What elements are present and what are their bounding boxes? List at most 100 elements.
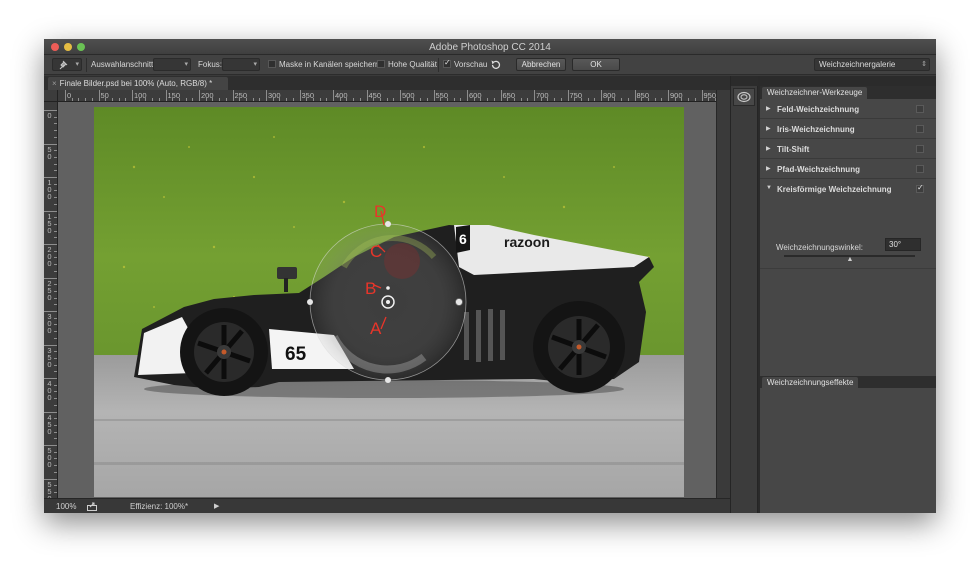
blur-item-tilt-shift[interactable]: ▶ Tilt-Shift xyxy=(760,139,936,159)
ruler-minor-tick xyxy=(54,458,57,460)
ruler-minor-tick xyxy=(54,297,57,299)
hohe-qualitaet-label: Hohe Qualität xyxy=(388,60,437,69)
photo-canvas[interactable]: 65 6 razoon D C B A xyxy=(94,107,684,497)
blur-item-label: Tilt-Shift xyxy=(777,145,810,154)
vertical-scrollbar[interactable] xyxy=(716,90,730,498)
blur-angle-slider-thumb[interactable]: ▲ xyxy=(847,256,854,263)
blur-handle-top[interactable] xyxy=(385,221,391,227)
ruler-minor-tick xyxy=(54,290,57,292)
fokus-dropdown[interactable]: ▾ xyxy=(222,58,260,71)
ruler-origin[interactable] xyxy=(44,90,58,102)
divider xyxy=(86,58,87,72)
hohe-qualitaet-checkbox[interactable] xyxy=(377,60,385,68)
workspace-dropdown[interactable]: Weichzeichnergalerie ⇕ xyxy=(814,58,930,71)
ruler-major-tick xyxy=(500,90,502,101)
ruler-minor-tick xyxy=(286,98,288,101)
icon-strip-header xyxy=(731,76,759,86)
status-bar: 100% Effizienz: 100%* ▶ xyxy=(44,498,730,513)
ruler-label: 500 xyxy=(47,446,52,469)
ruler-minor-tick xyxy=(339,98,341,101)
ruler-minor-tick xyxy=(118,98,120,101)
ruler-minor-tick xyxy=(353,98,355,101)
vertical-ruler[interactable]: 0 50 100 150 200 250 300 350 400 450 500 550 xyxy=(44,102,58,498)
ruler-minor-tick xyxy=(292,98,294,101)
blur-item-checkbox[interactable] xyxy=(916,125,924,133)
ruler-minor-tick xyxy=(54,250,57,252)
maske-checkbox[interactable] xyxy=(268,60,276,68)
status-menu-arrow-icon[interactable]: ▶ xyxy=(214,502,219,510)
tab-weichzeichner-werkzeuge[interactable]: Weichzeichner-Werkzeuge xyxy=(762,87,868,99)
tool-preset-picker[interactable]: ▾ xyxy=(52,58,82,71)
ruler-label: 200 xyxy=(47,245,52,268)
ruler-minor-tick xyxy=(681,98,683,101)
blur-gallery-panel: Weichzeichner-Werkzeuge ▶ Feld-Weichzeic… xyxy=(760,76,936,513)
ruler-minor-tick xyxy=(71,98,73,101)
ruler-minor-tick xyxy=(54,471,57,473)
blur-handle-bottom[interactable] xyxy=(385,377,391,383)
ruler-minor-tick xyxy=(212,98,214,101)
ruler-major-tick xyxy=(98,90,100,101)
ruler-minor-tick xyxy=(54,371,57,373)
blur-angle-label: Weichzeichnungswinkel: xyxy=(776,243,864,252)
ruler-minor-tick xyxy=(319,98,321,101)
close-tab-icon[interactable]: × xyxy=(52,79,57,88)
ruler-minor-tick xyxy=(54,190,57,192)
ruler-label: 450 xyxy=(47,412,52,436)
share-icon[interactable] xyxy=(87,502,97,511)
zoom-level[interactable]: 100% xyxy=(56,502,76,511)
expand-arrow-icon[interactable]: ▶ xyxy=(766,105,771,112)
ruler-minor-tick xyxy=(279,98,281,101)
blur-item-checkbox[interactable] xyxy=(916,105,924,113)
ruler-minor-tick xyxy=(527,98,529,101)
document-tab[interactable]: × Finale Bilder.psd bei 100% (Auto, RGB/8… xyxy=(48,77,228,90)
blur-item-kreisfoermig[interactable]: ▼ Kreisförmige Weichzeichnung xyxy=(760,179,936,199)
collapse-arrow-icon[interactable]: ▼ xyxy=(766,185,772,191)
ruler-minor-tick xyxy=(54,130,57,132)
ruler-minor-tick xyxy=(346,98,348,101)
expand-arrow-icon[interactable]: ▶ xyxy=(766,145,771,152)
ruler-minor-tick xyxy=(54,197,57,199)
ruler-minor-tick xyxy=(393,98,395,101)
ruler-major-tick xyxy=(333,90,334,101)
blur-item-feld[interactable]: ▶ Feld-Weichzeichnung xyxy=(760,99,936,119)
libraries-panel-button[interactable] xyxy=(733,88,755,106)
car-number: 65 xyxy=(285,344,307,365)
ruler-label: 550 xyxy=(47,479,52,498)
blur-handle-left[interactable] xyxy=(307,299,313,305)
ruler-minor-tick xyxy=(178,98,180,101)
ruler-minor-tick xyxy=(554,98,556,101)
expand-arrow-icon[interactable]: ▶ xyxy=(766,125,771,132)
vorschau-label: Vorschau xyxy=(454,60,488,69)
blur-item-checkbox[interactable] xyxy=(916,165,924,173)
canvas-area[interactable]: 65 6 razoon D C B A xyxy=(58,102,716,498)
ruler-label: 250 xyxy=(47,278,52,302)
ruler-minor-tick xyxy=(185,98,187,101)
horizontal-ruler[interactable]: 0 50 100 150 200 250 300 350 400 450 500 550 600 650 7… xyxy=(58,90,716,102)
vorschau-checkbox[interactable] xyxy=(443,58,451,68)
blur-item-label: Pfad-Weichzeichnung xyxy=(777,165,860,174)
ruler-minor-tick xyxy=(54,438,57,440)
blur-item-checkbox[interactable] xyxy=(916,145,924,153)
blur-handle-right[interactable] xyxy=(455,298,463,306)
ok-button[interactable]: OK xyxy=(572,58,620,71)
ruler-minor-tick xyxy=(259,98,261,101)
chevron-down-icon: ▾ xyxy=(75,61,79,68)
reset-pins-icon[interactable] xyxy=(489,58,503,72)
ruler-minor-tick xyxy=(54,284,57,286)
abbrechen-button[interactable]: Abbrechen xyxy=(516,58,566,71)
blur-angle-input[interactable]: 30° xyxy=(885,238,921,251)
blur-item-iris[interactable]: ▶ Iris-Weichzeichnung xyxy=(760,119,936,139)
ruler-minor-tick xyxy=(654,98,656,101)
ruler-minor-tick xyxy=(54,351,57,353)
blur-item-checkbox[interactable] xyxy=(916,183,924,193)
auswahlanschnitt-dropdown[interactable]: ▾ xyxy=(153,58,191,71)
ruler-minor-tick xyxy=(91,98,93,101)
ruler-minor-tick xyxy=(272,98,274,101)
ruler-minor-tick xyxy=(54,136,57,138)
divider xyxy=(438,58,439,72)
panel-icon-strip xyxy=(730,76,759,513)
effects-panel-body xyxy=(760,388,936,513)
ruler-minor-tick xyxy=(688,98,690,101)
expand-arrow-icon[interactable]: ▶ xyxy=(766,165,771,172)
blur-item-pfad[interactable]: ▶ Pfad-Weichzeichnung xyxy=(760,159,936,179)
